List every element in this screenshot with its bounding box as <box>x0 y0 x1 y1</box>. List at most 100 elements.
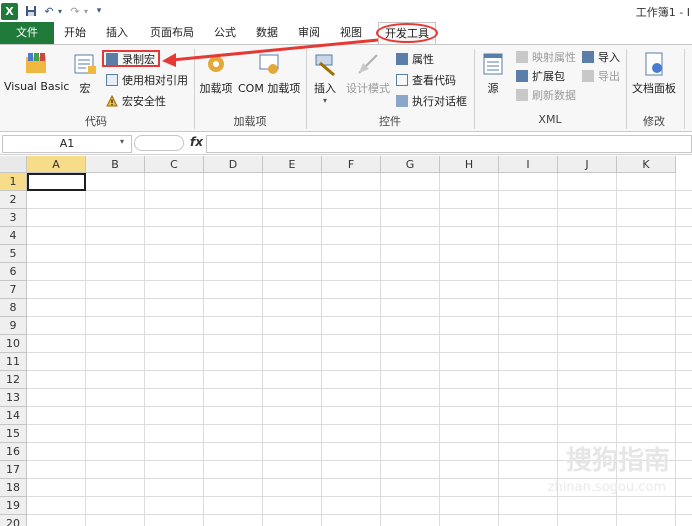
row-header[interactable]: 12 <box>0 371 27 389</box>
row-header[interactable]: 5 <box>0 245 27 263</box>
column-header[interactable]: A <box>27 156 86 173</box>
design-mode-button[interactable]: 设计模式 <box>344 51 392 96</box>
row-header[interactable]: 13 <box>0 389 27 407</box>
tab-home[interactable]: 开始 <box>58 22 92 44</box>
row-header[interactable]: 18 <box>0 479 27 497</box>
run-dialog-label: 执行对话框 <box>412 95 467 108</box>
relative-reference-button[interactable]: 使用相对引用 <box>106 72 188 88</box>
group-label-xml: XML <box>538 113 562 126</box>
record-macro-icon <box>106 53 118 65</box>
expansion-packs-button[interactable]: 扩展包 <box>516 68 565 84</box>
tab-file[interactable]: 文件 <box>0 22 54 44</box>
row-header[interactable]: 7 <box>0 281 27 299</box>
customize-quick-access-icon[interactable]: ▾ <box>94 3 104 19</box>
tab-formulas[interactable]: 公式 <box>208 22 242 44</box>
row-header[interactable]: 19 <box>0 497 27 515</box>
xml-export-label: 导出 <box>598 70 620 83</box>
watermark-sub: zhinan.sogou.com <box>547 480 666 495</box>
row-header[interactable]: 11 <box>0 353 27 371</box>
row-header[interactable]: 1 <box>0 173 27 191</box>
undo-dropdown-icon[interactable]: ▾ <box>56 3 64 19</box>
relative-reference-label: 使用相对引用 <box>122 74 188 87</box>
view-code-button[interactable]: 查看代码 <box>396 72 456 88</box>
redo-dropdown-icon[interactable]: ▾ <box>82 3 90 19</box>
macro-security-label: 宏安全性 <box>122 95 166 108</box>
refresh-data-label: 刷新数据 <box>532 89 576 102</box>
row-header[interactable]: 3 <box>0 209 27 227</box>
run-dialog-icon <box>396 95 408 107</box>
com-addins-icon <box>259 54 279 74</box>
xml-import-button[interactable]: 导入 <box>582 49 620 65</box>
column-header[interactable]: D <box>204 156 263 173</box>
undo-icon[interactable]: ↶ <box>42 3 56 19</box>
column-header[interactable]: F <box>322 156 381 173</box>
title-bar: X ↶ ▾ ↷ ▾ ▾ 工作簿1 - I <box>0 0 692 22</box>
row-header[interactable]: 15 <box>0 425 27 443</box>
tab-review[interactable]: 审阅 <box>292 22 326 44</box>
com-addins-button[interactable]: COM 加载项 <box>238 51 300 96</box>
watermark: 搜狗指南 <box>565 446 670 476</box>
chevron-down-icon: ▾ <box>322 96 327 105</box>
excel-logo-icon[interactable]: X <box>1 3 18 20</box>
document-panel-button[interactable]: 文档面板 <box>630 51 678 96</box>
macros-button[interactable]: 宏 <box>72 51 98 96</box>
row-header[interactable]: 8 <box>0 299 27 317</box>
refresh-data-button[interactable]: 刷新数据 <box>516 87 576 103</box>
group-label-modify: 修改 <box>643 115 665 128</box>
name-box[interactable]: A1 <box>2 135 132 153</box>
document-panel-label: 文档面板 <box>632 82 676 95</box>
macro-security-button[interactable]: 宏安全性 <box>106 93 166 109</box>
xml-export-button[interactable]: 导出 <box>582 68 620 84</box>
ribbon-tab-bar: 文件 开始 插入 页面布局 公式 数据 审阅 视图 开发工具 <box>0 22 692 45</box>
column-header[interactable]: J <box>558 156 617 173</box>
addins-label: 加载项 <box>199 82 233 95</box>
row-header[interactable]: 14 <box>0 407 27 425</box>
row-header[interactable]: 20 <box>0 515 27 526</box>
row-header[interactable]: 16 <box>0 443 27 461</box>
record-macro-button[interactable]: 录制宏 <box>106 51 155 67</box>
column-header[interactable]: H <box>440 156 499 173</box>
row-header[interactable]: 4 <box>0 227 27 245</box>
column-header[interactable]: B <box>86 156 145 173</box>
tab-developer[interactable]: 开发工具 <box>378 22 436 44</box>
column-header[interactable]: G <box>381 156 440 173</box>
group-label-controls: 控件 <box>379 115 401 128</box>
row-header[interactable]: 9 <box>0 317 27 335</box>
tab-view[interactable]: 视图 <box>334 22 368 44</box>
visual-basic-label: Visual Basic <box>4 80 70 93</box>
refresh-data-icon <box>516 89 528 101</box>
insert-controls-label: 插入 <box>314 82 336 95</box>
tab-page-layout[interactable]: 页面布局 <box>144 22 200 44</box>
group-label-code: 代码 <box>85 115 107 128</box>
expansion-packs-icon <box>516 70 528 82</box>
tab-data[interactable]: 数据 <box>250 22 284 44</box>
select-all-corner[interactable] <box>0 156 27 173</box>
column-header[interactable]: K <box>617 156 676 173</box>
active-cell[interactable] <box>27 173 86 191</box>
tools-icon <box>315 54 335 77</box>
row-header[interactable]: 17 <box>0 461 27 479</box>
xml-source-button[interactable]: 源 <box>480 51 506 96</box>
save-icon[interactable] <box>24 3 38 19</box>
properties-label: 属性 <box>412 53 434 66</box>
column-header[interactable]: C <box>145 156 204 173</box>
row-header[interactable]: 6 <box>0 263 27 281</box>
insert-controls-button[interactable]: 插入 ▾ <box>310 51 340 105</box>
addins-button[interactable]: 加载项 <box>198 51 234 96</box>
row-header[interactable]: 10 <box>0 335 27 353</box>
run-dialog-button[interactable]: 执行对话框 <box>396 93 467 109</box>
visual-basic-button[interactable]: Visual Basic <box>4 51 70 93</box>
macros-icon <box>74 54 96 74</box>
properties-button[interactable]: 属性 <box>396 51 434 67</box>
tab-insert[interactable]: 插入 <box>100 22 134 44</box>
column-header[interactable]: E <box>263 156 322 173</box>
formula-input[interactable] <box>206 135 692 153</box>
name-box-dropdown-icon[interactable]: ▾ <box>120 137 124 146</box>
map-properties-button[interactable]: 映射属性 <box>516 49 576 65</box>
row-header[interactable]: 2 <box>0 191 27 209</box>
formula-divider-handle[interactable] <box>134 135 184 151</box>
redo-icon[interactable]: ↷ <box>68 3 82 19</box>
insert-function-icon[interactable]: fx <box>190 135 203 149</box>
column-header[interactable]: I <box>499 156 558 173</box>
xml-source-label: 源 <box>487 82 499 95</box>
